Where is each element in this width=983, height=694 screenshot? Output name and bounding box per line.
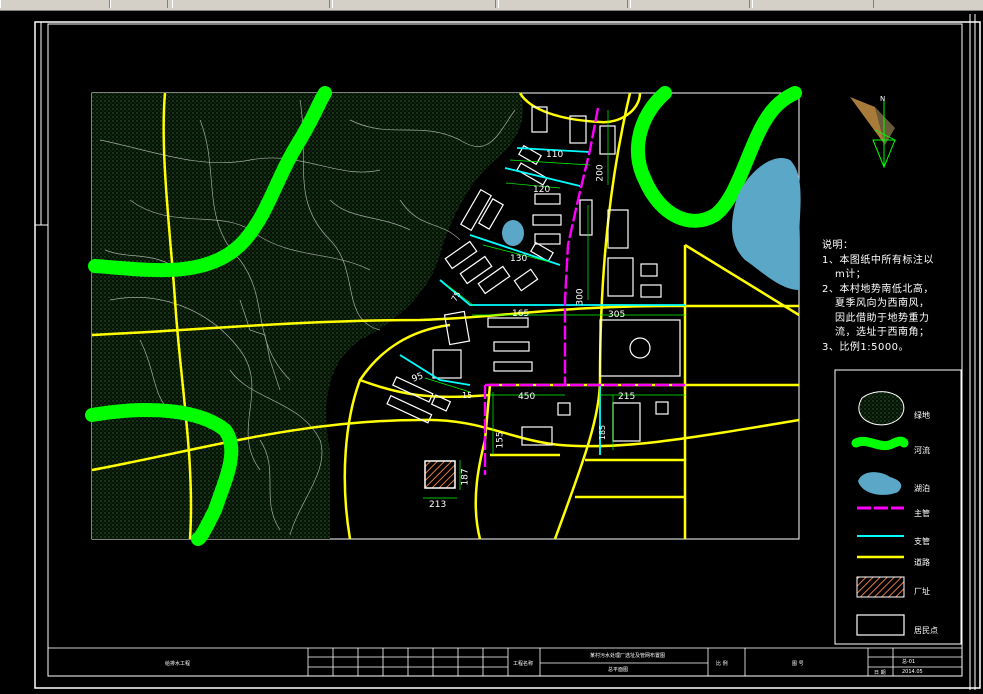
title-scale-label: 比 例	[716, 661, 728, 667]
dimension-label: 300	[575, 288, 586, 306]
cad-canvas[interactable]: N 110 120 130 200 300 165 305 95 450 215…	[0, 10, 983, 694]
notes-heading: 说明：	[822, 240, 854, 251]
notes-block: 说明： 1、本图纸中所有标注以 m计； 2、本村地势南低北高， 夏季风向为西南风…	[822, 239, 934, 355]
title-project-label: 工程名称	[513, 661, 534, 667]
note-line: 3、比例1:5000。	[822, 341, 910, 353]
toolbar-tab[interactable]	[332, 0, 496, 8]
toolbar-tab[interactable]	[172, 0, 330, 8]
dimension-label: 213	[429, 500, 447, 510]
title-date-label: 日 期	[874, 670, 886, 676]
legend-label: 厂址	[914, 587, 930, 596]
note-line: 因此借助于地势重力	[835, 312, 930, 324]
toolbar-tab[interactable]	[0, 0, 110, 8]
dimension-label: 155	[495, 431, 506, 449]
plant-site	[424, 460, 456, 489]
toolbar-tab[interactable]	[498, 0, 628, 8]
note-line: 夏季风向为西南风，	[835, 298, 930, 309]
legend-label: 河流	[914, 446, 930, 455]
north-label: N	[880, 95, 886, 103]
toolbar-tab[interactable]	[110, 0, 168, 8]
plant-site-icon	[856, 576, 905, 598]
dimension-label: 305	[608, 310, 626, 320]
dimension-label: 120	[533, 185, 551, 195]
title-drawing-no: 总-01	[902, 659, 916, 665]
dimension-label: 215	[618, 392, 636, 402]
legend-label: 支管	[914, 537, 930, 546]
title-project: 某村污水处理厂选址及管网布置图	[590, 653, 666, 659]
legend-label: 道路	[914, 558, 930, 567]
river-icon	[851, 436, 909, 451]
north-arrow	[850, 97, 896, 169]
note-line: 2、本村地势南低北高，	[822, 283, 934, 295]
legend-label: 湖泊	[914, 484, 930, 493]
dimension-label: 200	[595, 164, 606, 182]
legend-label: 居民点	[914, 626, 938, 635]
dimension-label: 130	[510, 254, 528, 264]
dimension-label: 185	[598, 424, 608, 441]
toolbar-tab[interactable]	[630, 0, 750, 8]
woodland-icon	[858, 391, 905, 426]
dimension-label: 450	[518, 392, 536, 402]
title-left: 给排水工程	[165, 661, 191, 667]
dimension-label: 110	[546, 150, 564, 160]
title-drawing-name: 总平面图	[608, 667, 629, 673]
note-line: 1、本图纸中所有标注以	[822, 254, 934, 266]
dimension-label: 187	[460, 468, 471, 486]
title-date: 2014.05	[902, 669, 923, 675]
note-line: 流，选址于西南角；	[835, 327, 930, 338]
pond	[502, 220, 524, 246]
dimension-label: 15	[462, 391, 473, 400]
legend-label: 绿地	[914, 411, 930, 420]
note-line: m计；	[835, 269, 867, 280]
legend-label: 主管	[914, 509, 930, 518]
toolbar-tab[interactable]	[752, 0, 874, 8]
title-drawing-no-label: 图 号	[792, 661, 804, 667]
dimension-label: 165	[512, 309, 530, 319]
